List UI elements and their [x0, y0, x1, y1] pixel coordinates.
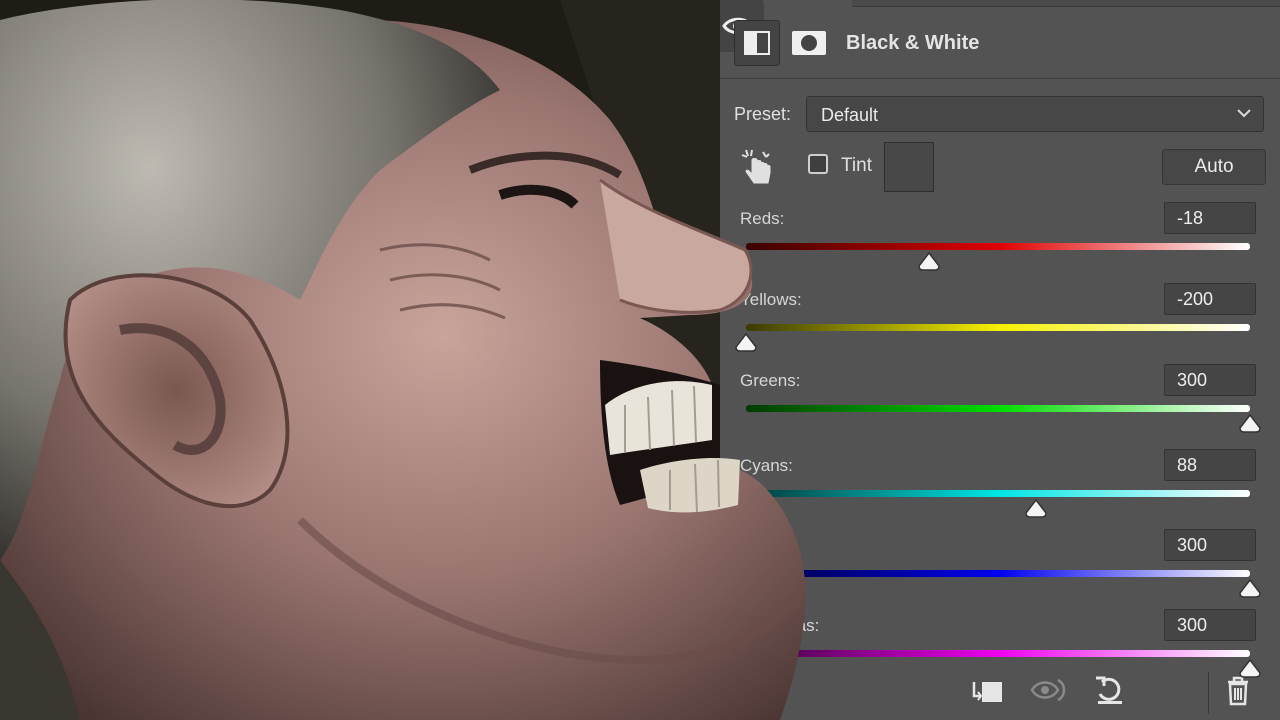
preset-dropdown[interactable]: Default — [806, 96, 1264, 132]
adjustment-layer-button[interactable] — [734, 20, 780, 66]
tint-label: Tint — [841, 155, 872, 176]
reds-slider-thumb[interactable] — [917, 252, 941, 272]
magentas-slider-track[interactable] — [746, 650, 1250, 657]
reds-slider-track[interactable] — [746, 243, 1250, 250]
cyans-label: Cyans: — [740, 456, 793, 475]
blues-value-input[interactable]: 300 — [1164, 529, 1256, 561]
magentas-value-input[interactable]: 300 — [1164, 609, 1256, 641]
tint-checkbox[interactable] — [808, 154, 828, 174]
tint-color-swatch[interactable] — [884, 142, 934, 192]
blues-slider-thumb[interactable] — [1238, 579, 1262, 599]
greens-slider-thumb[interactable] — [1238, 414, 1262, 434]
greens-value-input[interactable]: 300 — [1164, 364, 1256, 396]
preset-label: Preset: — [734, 104, 792, 124]
mask-icon — [792, 31, 826, 55]
toolbar-divider — [1208, 672, 1209, 714]
header-divider — [712, 78, 1280, 79]
adjustment-layer-icon — [744, 31, 770, 55]
chevron-down-icon — [1237, 109, 1251, 118]
yellows-value-input[interactable]: -200 — [1164, 283, 1256, 315]
magentas-label: Magentas: — [740, 616, 820, 635]
blues-label: Blues: — [740, 536, 788, 555]
properties-panel: Black & White Preset: Default Tint Auto — [712, 0, 1280, 720]
greens-label: Greens: — [740, 371, 801, 390]
auto-button[interactable]: Auto — [1162, 149, 1266, 185]
cyans-slider-track[interactable] — [746, 490, 1250, 497]
targeted-adjustment-hand-icon[interactable] — [740, 148, 774, 188]
yellows-slider-thumb[interactable] — [734, 333, 758, 353]
panel-top-strip — [852, 0, 1280, 7]
preset-value: Default — [821, 105, 879, 125]
yellows-label: Yellows: — [740, 290, 802, 309]
reds-label: Reds: — [740, 209, 785, 228]
view-previous-icon[interactable] — [1030, 668, 1070, 712]
reset-icon[interactable] — [1090, 668, 1130, 712]
panel-title: Black & White — [846, 32, 980, 54]
layer-mask-button[interactable] — [788, 20, 834, 66]
magentas-slider-thumb[interactable] — [1238, 659, 1262, 679]
cyans-value-input[interactable]: 88 — [1164, 449, 1256, 481]
greens-slider-track[interactable] — [746, 405, 1250, 412]
blues-slider-track[interactable] — [746, 570, 1250, 577]
cyans-slider-thumb[interactable] — [1024, 499, 1048, 519]
reds-value-input[interactable]: -18 — [1164, 202, 1256, 234]
clip-to-layer-icon[interactable] — [968, 668, 1008, 712]
yellows-slider-track[interactable] — [746, 324, 1250, 331]
